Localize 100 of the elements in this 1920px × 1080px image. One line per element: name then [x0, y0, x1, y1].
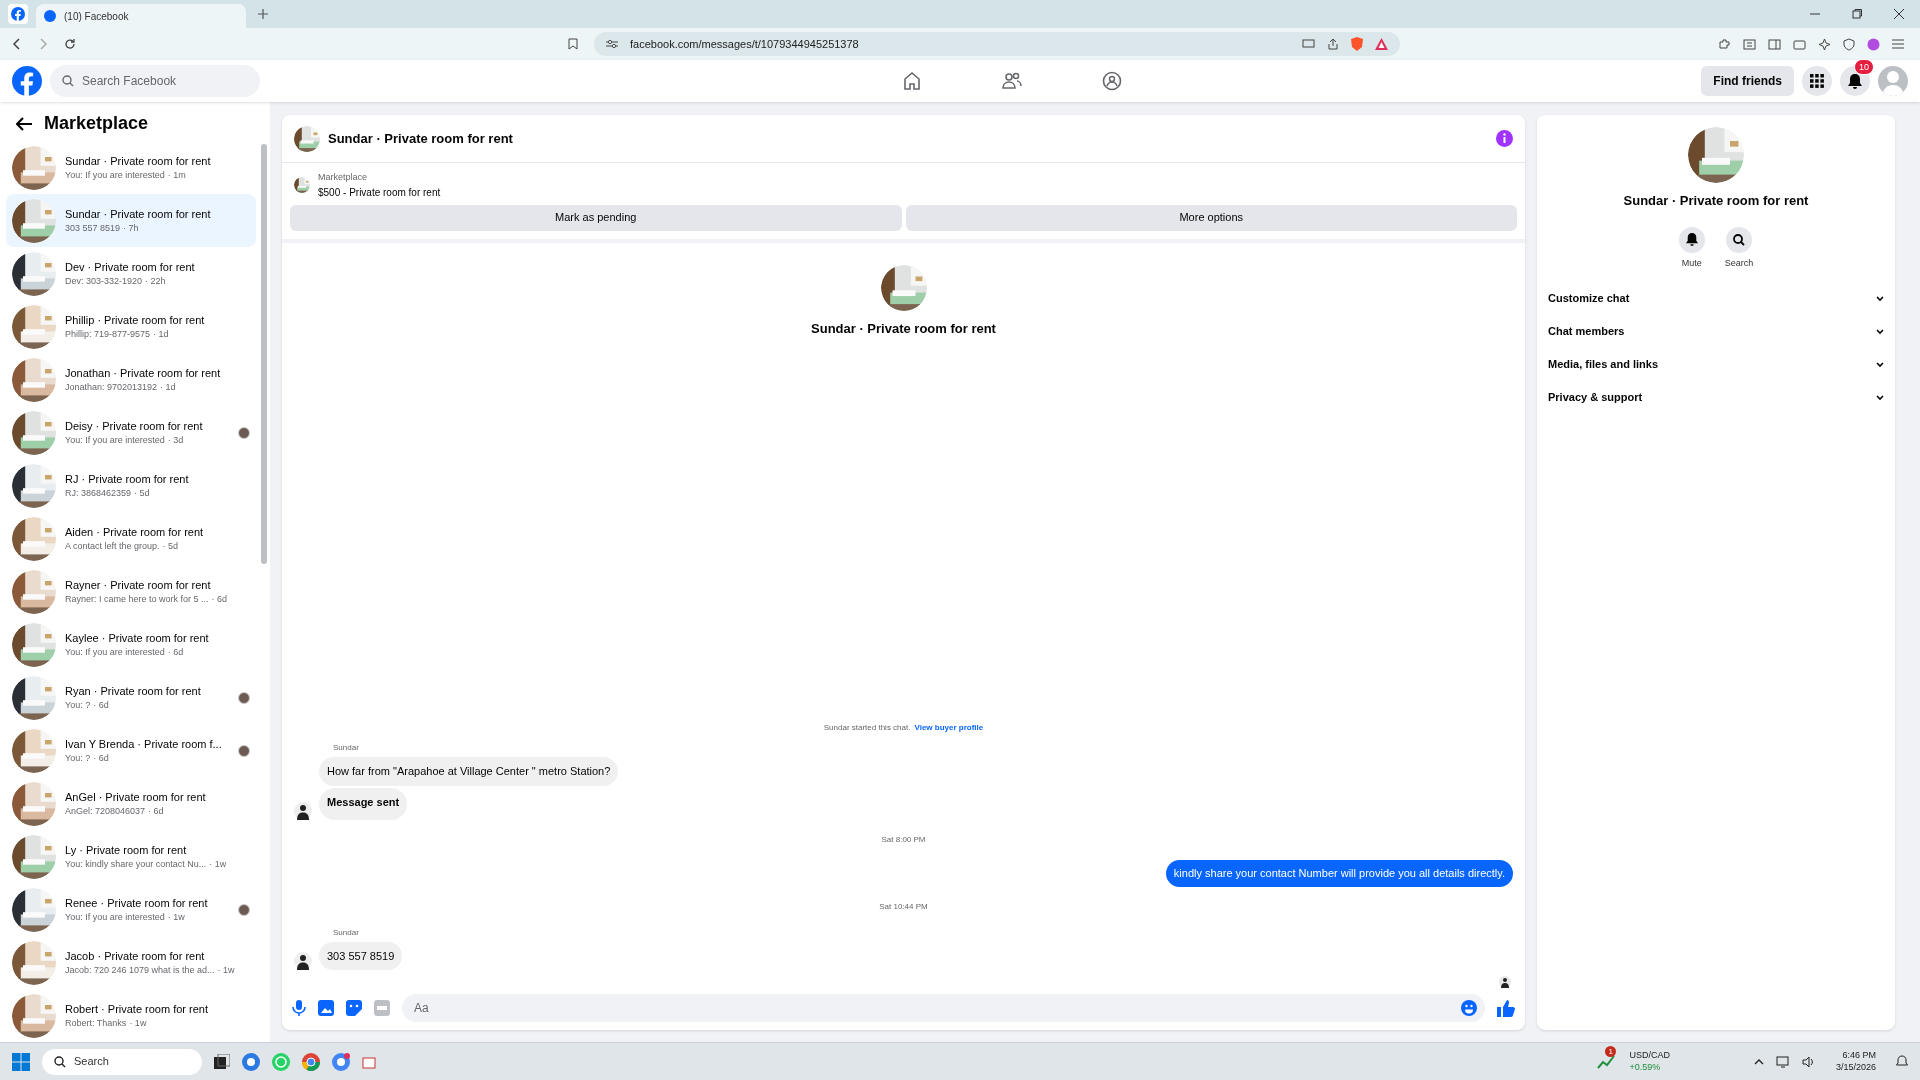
bell-icon: [1685, 233, 1698, 246]
menu-icon[interactable]: [1892, 39, 1904, 49]
conversation-item[interactable]: Ly · Private room for rent You: kindly share your contact Nu... · 1w: [6, 830, 256, 884]
notifications-button[interactable]: [1840, 66, 1870, 96]
details-section[interactable]: Privacy & support: [1545, 381, 1887, 414]
conversation-item[interactable]: Jacob · Private room for rent Jacob: 720 246 1079 what is the ad... · 1w: [6, 936, 256, 990]
alert-badge: 1: [1605, 1045, 1616, 1057]
message-input[interactable]: Aa: [402, 994, 1485, 1022]
details-section[interactable]: Customize chat: [1545, 282, 1887, 315]
conversation-name: Robert · Private room for rent: [65, 1001, 210, 1017]
message-time: · 6d: [211, 593, 228, 607]
info-icon[interactable]: [1496, 130, 1513, 147]
conversation-item[interactable]: Ryan · Private room for rent You: ? · 6d: [6, 671, 256, 725]
browser-tab[interactable]: (10) Facebook: [36, 4, 246, 28]
conversation-item[interactable]: AnGel · Private room for rent AnGel: 7208046037 · 6d: [6, 777, 256, 831]
conversation-name: Sundar · Private room for rent: [65, 153, 212, 169]
clock-time[interactable]: 6:46 PM: [1842, 1050, 1876, 1062]
groups-icon[interactable]: [1101, 71, 1122, 91]
message-preview: You: If you are interested: [65, 434, 165, 448]
conversation-name: Dev · Private room for rent: [65, 259, 196, 275]
conversation-item[interactable]: Ivan Y Brenda · Private room f... You: ? · 6d: [6, 724, 256, 778]
browser-icon[interactable]: [332, 1052, 350, 1071]
task-view-icon[interactable]: [214, 1053, 230, 1070]
search-icon: [1733, 233, 1745, 246]
browser-icon[interactable]: [302, 1052, 320, 1071]
message-preview: A contact left the group.: [65, 540, 160, 554]
shield-icon[interactable]: [1843, 37, 1855, 51]
conversation-item[interactable]: Kaylee · Private room for rent You: If you are interested · 6d: [6, 618, 256, 672]
speaker-icon[interactable]: [1801, 1055, 1816, 1068]
conversation-item[interactable]: Aiden · Private room for rent A contact left the group. · 5d: [6, 512, 256, 566]
app-icon[interactable]: [362, 1054, 376, 1069]
sidebar-icon[interactable]: [1768, 37, 1781, 51]
details-section[interactable]: Media, files and links: [1545, 348, 1887, 381]
friends-icon[interactable]: [1001, 71, 1022, 91]
thumbs-up-icon[interactable]: [1497, 999, 1515, 1017]
message-bubble: kindly share your contact Number will provide you all details directly.: [1165, 860, 1513, 887]
conversation-item[interactable]: Sundar · Private room for rent You: If you are interested · 1m: [6, 141, 256, 195]
home-icon[interactable]: [901, 71, 922, 91]
conversation-item[interactable]: Rayner · Private room for rent Rayner: I came here to work for 5 ... · 6d: [6, 565, 256, 619]
triangle-icon[interactable]: [1375, 38, 1388, 50]
facebook-logo[interactable]: [12, 66, 42, 96]
chevron-icon: [1876, 328, 1884, 335]
chevron-up-icon[interactable]: [1753, 1057, 1764, 1066]
restore-icon[interactable]: [1852, 9, 1862, 19]
listing-title[interactable]: $500 - Private room for rent: [318, 184, 441, 200]
lion-shield-icon[interactable]: [1351, 37, 1363, 51]
conversation-name: RJ · Private room for rent: [65, 471, 190, 487]
details-section[interactable]: Chat members: [1545, 315, 1887, 348]
buyer-profile-link[interactable]: View buyer profile: [914, 722, 984, 734]
conversation-item[interactable]: Renee · Private room for rent You: If you are interested · 1w: [6, 883, 256, 937]
chevron-icon: [1876, 295, 1884, 302]
scrollbar[interactable]: [261, 144, 267, 564]
timestamp: Sat 8:00 PM: [881, 834, 926, 846]
browser-icon[interactable]: [242, 1052, 260, 1071]
conversation-item[interactable]: Phillip · Private room for rent Phillip: 719-877-9575 · 1d: [6, 300, 256, 354]
conversation-item[interactable]: Deisy · Private room for rent You: If you are interested · 3d: [6, 406, 256, 460]
clock-date[interactable]: 3/15/2026: [1835, 1061, 1876, 1073]
network-icon[interactable]: [1775, 1055, 1790, 1068]
sparkle-icon[interactable]: [1818, 37, 1831, 51]
conversation-name: Ly · Private room for rent: [65, 842, 188, 858]
action-button[interactable]: More options: [905, 204, 1517, 231]
conversation-item[interactable]: Jonathan · Private room for rent Jonathan: 9702013192 · 1d: [6, 353, 256, 407]
chat-notice: Sundar started this chat.: [823, 722, 911, 734]
conversation-name: Aiden · Private room for rent: [65, 524, 205, 540]
conversation-item[interactable]: RJ · Private room for rent RJ: 3868462359 · 5d: [6, 459, 256, 513]
profile-name: Sundar · Private room for rent: [811, 319, 996, 338]
microphone-icon[interactable]: [292, 1000, 306, 1016]
conversation-item[interactable]: Sundar · Private room for rent 303 557 8519 · 7h: [6, 194, 256, 248]
orb-icon[interactable]: [1867, 37, 1880, 51]
back-icon[interactable]: [12, 38, 22, 50]
image-icon[interactable]: [318, 1000, 334, 1016]
extension-icon[interactable]: [1718, 37, 1731, 51]
search-field[interactable]: Search Facebook: [50, 65, 260, 97]
conversation-name: Kaylee · Private room for rent: [65, 630, 210, 646]
notification-badge: 10: [1854, 59, 1874, 75]
message-preview: You: ?: [65, 699, 91, 713]
message-time: · 1d: [153, 328, 169, 342]
taskbar-search[interactable]: Search: [42, 1048, 202, 1075]
message-preview: Jonathan: 9702013192: [65, 381, 158, 395]
message-time: · 6d: [93, 699, 109, 713]
conversation-item[interactable]: Dev · Private room for rent Dev: 303-332-1920 · 22h: [6, 247, 256, 301]
sticker-icon[interactable]: [346, 1000, 362, 1016]
notification-bell-icon[interactable]: [1896, 1055, 1908, 1068]
action-button[interactable]: Mark as pending: [290, 204, 902, 231]
emoji-icon[interactable]: [1461, 1000, 1477, 1016]
windows-icon[interactable]: [12, 1052, 30, 1071]
message-bubble: How far from "Arapahoe at Village Center " metro Station?: [319, 757, 619, 786]
find-friends-button[interactable]: Find friends: [1701, 66, 1794, 96]
share-icon[interactable]: [1327, 38, 1339, 50]
conversation-item[interactable]: Robert · Private room for rent Robert: Thanks · 1w: [6, 989, 256, 1042]
address-bar[interactable]: facebook.com/messages/t/1079344945251378: [594, 32, 1400, 56]
reader-icon[interactable]: [1743, 37, 1756, 51]
close-icon[interactable]: [1894, 9, 1904, 19]
bookmark-icon[interactable]: [568, 38, 578, 50]
conversation-name: Sundar · Private room for rent: [65, 206, 212, 222]
back-arrow-icon[interactable]: [16, 116, 32, 131]
chat-title[interactable]: Sundar · Private room for rent: [328, 128, 513, 149]
reload-icon[interactable]: [64, 38, 76, 50]
seen-avatar-icon: [1499, 976, 1511, 988]
apps-button[interactable]: [1802, 66, 1832, 96]
